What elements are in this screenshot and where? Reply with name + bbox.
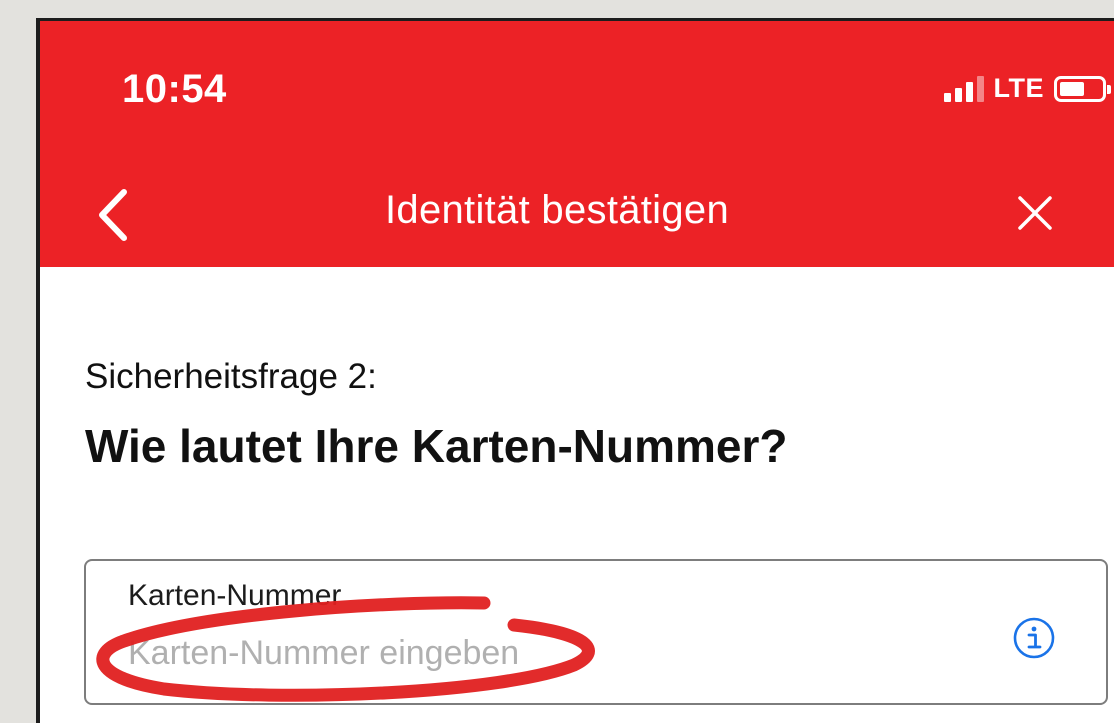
close-button[interactable] bbox=[1015, 193, 1055, 233]
status-indicators: LTE bbox=[943, 73, 1111, 104]
signal-bar bbox=[954, 87, 962, 102]
signal-bar bbox=[943, 92, 951, 102]
signal-bar bbox=[965, 81, 973, 102]
cellular-signal-icon bbox=[943, 75, 984, 102]
battery-icon bbox=[1054, 75, 1111, 102]
battery-level-fill bbox=[1060, 81, 1084, 96]
question-number: Sicherheitsfrage 2: bbox=[85, 357, 377, 396]
info-button[interactable] bbox=[1012, 616, 1056, 660]
network-type-label: LTE bbox=[993, 73, 1044, 103]
main-content: Sicherheitsfrage 2: Wie lautet Ihre Kart… bbox=[40, 267, 1114, 723]
app-header: 10:54 LTE Identität bestätigen bbox=[40, 21, 1114, 267]
close-icon bbox=[1018, 196, 1052, 230]
status-time: 10:54 bbox=[122, 67, 227, 111]
card-number-field[interactable]: Karten-Nummer bbox=[84, 559, 1108, 705]
signal-bar bbox=[976, 75, 984, 102]
page-title: Identität bestätigen bbox=[384, 188, 730, 232]
card-number-label: Karten-Nummer bbox=[128, 579, 342, 612]
info-icon bbox=[1013, 617, 1055, 659]
app-screen: 10:54 LTE Identität bestätigen Sicherhei… bbox=[40, 21, 1114, 723]
card-number-input[interactable] bbox=[128, 629, 928, 677]
question-text: Wie lautet Ihre Karten-Nummer? bbox=[85, 420, 788, 472]
